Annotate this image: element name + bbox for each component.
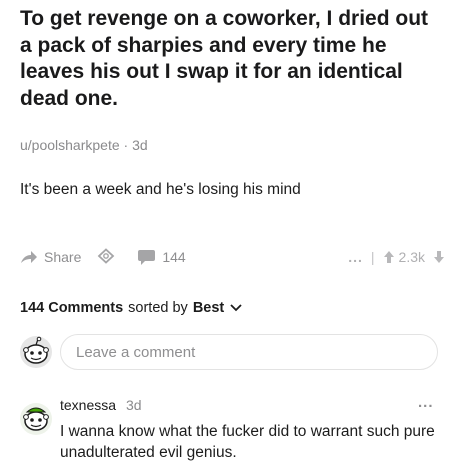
comment-more-options-icon[interactable]: ... [418, 394, 434, 411]
award-button[interactable] [97, 248, 115, 266]
comments-count: 144 [162, 249, 186, 265]
user-avatar[interactable] [19, 335, 53, 369]
award-icon [97, 248, 115, 266]
comments-sort-bar: 144 Comments sorted by Best [20, 300, 242, 316]
post-title: To get revenge on a coworker, I dried ou… [20, 7, 429, 110]
downvote-arrow-icon[interactable] [433, 250, 445, 264]
share-label: Share [44, 249, 82, 265]
post-score: 2.3k [398, 249, 425, 265]
snoo-avatar-icon [20, 336, 52, 368]
meta-separator: · [123, 137, 133, 153]
more-options-icon[interactable]: ... [348, 249, 363, 265]
comment-bubble-icon [137, 249, 156, 266]
comments-count-label: 144 Comments [20, 300, 124, 316]
comment-placeholder: Leave a comment [76, 343, 196, 361]
sort-value: Best [192, 300, 225, 316]
comment-input[interactable]: Leave a comment [60, 334, 438, 370]
post-action-bar: Share 144 ... | 2.3k [20, 246, 445, 268]
share-button[interactable]: Share [20, 249, 81, 265]
share-arrow-icon [20, 250, 38, 264]
comments-button[interactable]: 144 [137, 249, 186, 266]
sort-dropdown[interactable]: Best [193, 300, 242, 316]
comment-header: texnessa 3d [60, 397, 142, 413]
chevron-down-icon [230, 304, 242, 312]
post-age: 3d [132, 137, 148, 153]
post-meta: u/poolsharkpete · 3d [20, 137, 148, 153]
vote-divider: | [370, 249, 375, 265]
upvote-arrow-icon[interactable] [383, 250, 395, 264]
comment-text: I wanna know what the fucker did to warr… [60, 423, 435, 461]
vote-group: ... | 2.3k [348, 249, 445, 265]
comment-age: 3d [125, 397, 142, 413]
comment-author[interactable]: texnessa [60, 397, 116, 413]
comment-author-avatar[interactable] [19, 402, 53, 436]
sorted-by-label: sorted by [128, 300, 188, 316]
post-body: It's been a week and he's losing his min… [20, 181, 301, 198]
snoo-avatar-icon [20, 403, 52, 435]
post-author[interactable]: u/poolsharkpete [20, 137, 120, 153]
